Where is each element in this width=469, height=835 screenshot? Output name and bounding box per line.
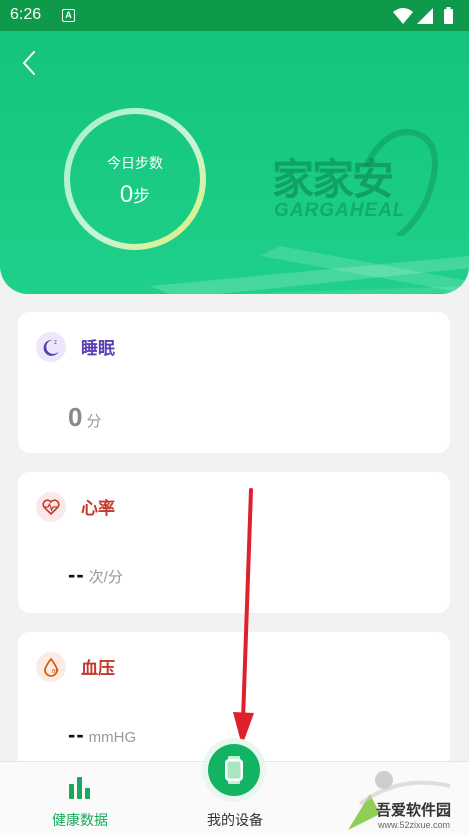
blood-pressure-number: --	[68, 722, 85, 747]
blood-pressure-unit: mmHG	[88, 729, 137, 746]
sleep-unit: 分	[86, 413, 102, 430]
nav-health-label: 健康数据	[52, 813, 108, 829]
back-icon[interactable]	[18, 49, 42, 77]
brand-name-cn: 家家安	[272, 155, 394, 204]
system-icons	[393, 7, 453, 24]
nav-my-device[interactable]: 我的设备	[196, 738, 276, 832]
blood-pressure-value: -- mmHG	[68, 722, 136, 748]
nav-device-label: 我的设备	[207, 813, 263, 829]
wifi-icon	[393, 8, 413, 24]
watch-icon	[225, 756, 243, 784]
moon-icon: z	[36, 332, 66, 362]
battery-icon	[444, 9, 453, 24]
heart-rate-value: -- 次/分	[68, 562, 123, 588]
annotation-arrow-icon	[233, 488, 254, 746]
watermark: 吾爱软件园 www.52zixue.com	[340, 764, 469, 835]
svg-text:z: z	[54, 340, 57, 346]
sleep-card[interactable]: z 睡眠 0分	[18, 312, 450, 453]
brand-name-en: GARGAHEAL	[274, 200, 406, 221]
heart-pulse-icon	[36, 492, 66, 522]
brand-logo: 家家安 GARGAHEAL	[268, 126, 448, 236]
bar-chart-icon	[69, 777, 90, 799]
decorative-stripes	[150, 246, 469, 294]
nav-health-data[interactable]: 健康数据	[40, 768, 120, 832]
sleep-number: 0	[68, 402, 83, 432]
blood-drop-icon: BP	[36, 652, 66, 682]
svg-text:BP: BP	[52, 669, 59, 675]
steps-number: 0	[119, 181, 134, 208]
status-time: 6:26	[10, 6, 42, 23]
steps-label: 今日步数	[107, 156, 163, 172]
heart-rate-number: --	[68, 562, 85, 587]
signal-icon	[417, 8, 433, 24]
notification-icon: A	[62, 9, 75, 22]
heart-rate-unit: 次/分	[88, 569, 123, 586]
steps-header: 今日步数 0步 家家安 GARGAHEAL	[0, 31, 469, 294]
steps-unit: 步	[133, 187, 151, 206]
device-button[interactable]	[208, 744, 260, 796]
steps-value: 0步	[60, 181, 210, 209]
status-bar: 6:26 A	[0, 0, 469, 31]
watermark-url: www.52zixue.com	[378, 820, 451, 830]
blood-pressure-title: 血压	[81, 659, 115, 679]
sleep-value: 0分	[68, 402, 101, 433]
heart-rate-title: 心率	[81, 499, 115, 519]
sleep-title: 睡眠	[81, 339, 115, 359]
watermark-title: 吾爱软件园	[376, 801, 452, 819]
